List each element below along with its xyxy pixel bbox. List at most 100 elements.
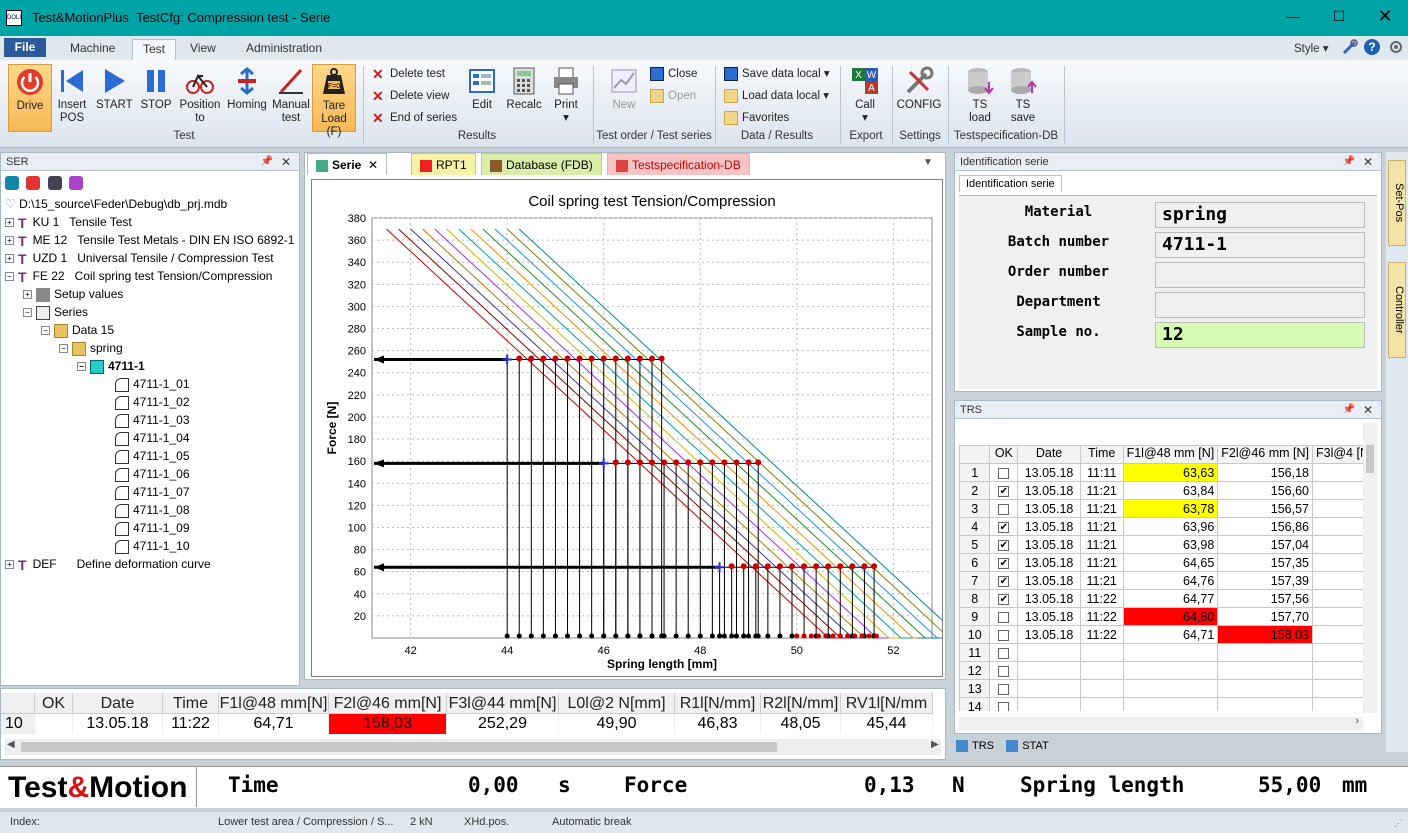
tab-view[interactable]: View <box>180 39 226 60</box>
tab-administration[interactable]: Administration <box>236 39 332 60</box>
close-icon[interactable]: ✕ <box>1363 401 1373 419</box>
trs-row[interactable]: 5 ✔ 13.05.18 11:21 63,98 157,04 <box>958 535 1373 554</box>
close-icon[interactable]: ✕ <box>281 153 291 171</box>
tree-sample-item[interactable]: 4711-1_01 <box>115 375 190 393</box>
tree-sample-item[interactable]: 4711-1_07 <box>115 483 190 501</box>
tree-sample-item[interactable]: 4711-1_10 <box>115 537 190 555</box>
summary-header[interactable]: R2l[N/mm] <box>761 693 841 714</box>
tools-icon[interactable] <box>1342 39 1358 55</box>
summary-header[interactable]: F3l@44 mm[N] <box>447 693 559 714</box>
file-menu[interactable]: File <box>4 38 46 57</box>
style-menu[interactable]: Style ▾ <box>1294 41 1329 55</box>
tare-load-button[interactable]: F=0 Tare Load (F) <box>312 64 356 138</box>
position-to-button[interactable]: Position to <box>178 64 222 132</box>
favorites-button[interactable]: Favorites <box>724 109 789 127</box>
insert-pos-button[interactable]: Insert POS <box>54 64 90 132</box>
ok-checkbox[interactable] <box>998 665 1010 677</box>
summary-header[interactable]: Date <box>73 693 163 714</box>
new-button[interactable]: New <box>604 64 644 132</box>
tree-test-ku1[interactable]: + T KU 1 Tensile Test <box>5 213 132 231</box>
tree-sample-item[interactable]: 4711-1_04 <box>115 429 190 447</box>
ok-checkbox[interactable] <box>998 503 1010 515</box>
tree-sample-item[interactable]: 4711-1_09 <box>115 519 190 537</box>
trs-row[interactable]: 4 ✔ 13.05.18 11:21 63,96 156,86 <box>958 517 1373 536</box>
drive-button[interactable]: Drive <box>8 64 52 132</box>
tab-identification-serie[interactable]: Identification serie <box>959 175 1062 192</box>
tree-batch-4711-1[interactable]: −4711-1 <box>77 357 145 375</box>
binoculars-icon[interactable] <box>47 175 62 190</box>
trs-horizontal-scrollbar[interactable]: › <box>959 715 1363 731</box>
horizontal-scrollbar[interactable]: ◀ ▶ <box>5 739 941 755</box>
tab-rpt1[interactable]: RPT1 <box>411 153 476 175</box>
trs-row[interactable]: 10 13.05.18 11:22 64,71 158,03 <box>958 625 1373 644</box>
wrench-icon[interactable] <box>26 175 41 190</box>
minimize-button[interactable]: — <box>1270 0 1316 32</box>
summary-header[interactable]: Time <box>163 693 219 714</box>
summary-header[interactable]: RV1l[N/mm <box>841 693 933 714</box>
tree-material-spring[interactable]: − spring <box>59 339 123 357</box>
sample-no-field[interactable]: 12 <box>1155 322 1365 348</box>
trs-header-ok[interactable]: OK <box>989 445 1019 464</box>
department-field[interactable] <box>1155 292 1365 318</box>
tree-sample-item[interactable]: 4711-1_02 <box>115 393 190 411</box>
order-number-field[interactable] <box>1155 262 1365 288</box>
tree-test-me12[interactable]: + T ME 12 Tensile Test Metals - DIN EN ISO… <box>5 231 294 249</box>
trs-row[interactable]: 8 ✔ 13.05.18 11:22 64,77 157,56 <box>958 589 1373 608</box>
vertical-scrollbar[interactable] <box>1363 423 1377 713</box>
tree-sample-item[interactable]: 4711-1_03 <box>115 411 190 429</box>
ok-checkbox[interactable] <box>998 647 1010 659</box>
ok-checkbox[interactable]: ✔ <box>998 593 1010 605</box>
summary-header[interactable]: F1l@48 mm[N] <box>219 693 329 714</box>
trs-row[interactable]: 14 <box>958 697 1373 711</box>
summary-header[interactable]: OK <box>35 693 73 714</box>
load-data-local-button[interactable]: Load data local ▾ <box>724 87 829 105</box>
pin-icon[interactable]: 📌 <box>261 153 273 171</box>
ts-save-button[interactable]: TS save <box>1003 64 1043 132</box>
ok-checkbox[interactable] <box>998 683 1010 695</box>
tab-database-fdb[interactable]: Database (FDB) <box>481 153 602 175</box>
refresh-icon[interactable] <box>5 175 19 190</box>
tree-def[interactable]: + T DEF Define deformation curve <box>5 555 211 573</box>
trs-row[interactable]: 3 13.05.18 11:21 63,78 156,57 <box>958 499 1373 518</box>
tab-overflow-chevron-icon[interactable]: ▼ <box>923 157 933 168</box>
edit-button[interactable]: Edit <box>462 64 502 132</box>
summary-header[interactable]: R1l[N/mm] <box>675 693 761 714</box>
pin-icon[interactable]: 📌 <box>1343 401 1355 419</box>
trs-row[interactable]: 6 ✔ 13.05.18 11:21 64,65 157,35 <box>958 553 1373 572</box>
maximize-button[interactable]: ☐ <box>1316 0 1362 32</box>
trs-header-f2[interactable]: F2l@46 mm [N] <box>1217 445 1313 464</box>
summary-header[interactable]: F2l@46 mm[N] <box>329 693 447 714</box>
ok-checkbox[interactable] <box>998 467 1010 479</box>
tab-trs[interactable]: TRS <box>956 740 994 753</box>
tab-stat[interactable]: STAT <box>1006 740 1049 753</box>
settings-icon[interactable] <box>1388 39 1404 55</box>
config-button[interactable]: CONFIG <box>896 64 942 132</box>
ok-checkbox[interactable] <box>998 701 1010 711</box>
ok-checkbox[interactable] <box>998 611 1010 623</box>
tab-controller[interactable]: Controller <box>1388 262 1406 358</box>
tab-machine[interactable]: Machine <box>60 39 125 60</box>
recalc-button[interactable]: Recalc <box>504 64 544 132</box>
help-icon[interactable]: ? <box>1364 39 1380 55</box>
tree-data-15[interactable]: − Data 15 <box>41 321 114 339</box>
close-window-button[interactable]: ✕ <box>1362 0 1408 32</box>
trs-row[interactable]: 13 <box>958 679 1373 698</box>
tree-setup-values[interactable]: + Setup values <box>23 285 123 303</box>
tab-set-pos[interactable]: Set-Pos <box>1388 160 1406 246</box>
start-button[interactable]: START <box>96 64 133 132</box>
tree-sample-item[interactable]: 4711-1_06 <box>115 465 190 483</box>
open-series-button[interactable]: Open <box>650 87 696 105</box>
tab-serie[interactable]: Serie ✕ <box>307 153 388 175</box>
db-path[interactable]: ♡ D:\15_source\Feder\Debug\db_prj.mdb <box>5 195 227 213</box>
tree-test-fe22[interactable]: − T FE 22 Coil spring test Tension/Compres… <box>5 267 272 285</box>
manual-test-button[interactable]: Manual test <box>270 64 312 132</box>
print-button[interactable]: Print ▾ <box>546 64 586 132</box>
resize-grip-icon[interactable]: ⋰ <box>1394 814 1403 832</box>
pin-icon[interactable]: 📌 <box>1343 153 1355 171</box>
tree-sample-item[interactable]: 4711-1_08 <box>115 501 190 519</box>
ok-checkbox[interactable]: ✔ <box>998 485 1010 497</box>
tree-sample-item[interactable]: 4711-1_05 <box>115 447 190 465</box>
end-of-series-button[interactable]: ✕ End of series <box>372 109 457 127</box>
save-data-local-button[interactable]: Save data local ▾ <box>724 65 830 83</box>
trs-row[interactable]: 1 13.05.18 11:11 63,63 156,18 <box>958 463 1373 482</box>
